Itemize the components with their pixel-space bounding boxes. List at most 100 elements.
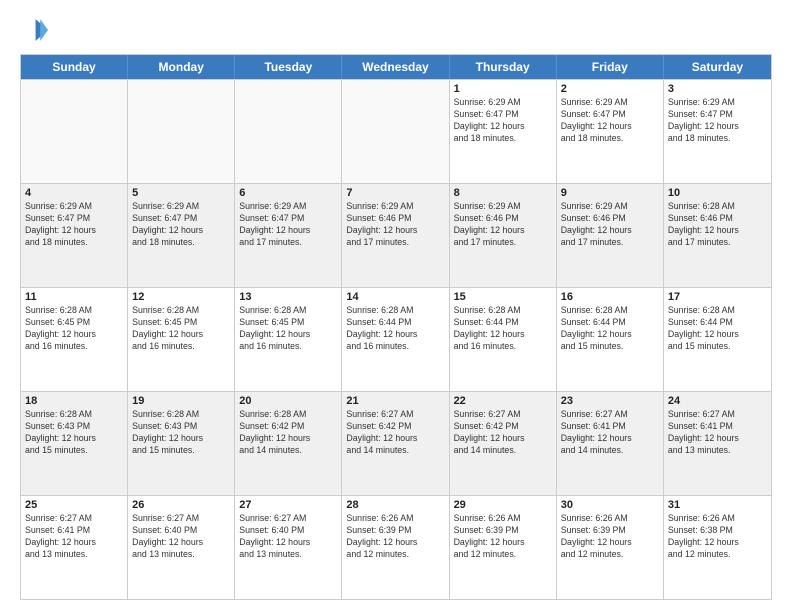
weekday-header: Friday <box>557 55 664 79</box>
day-info: Sunrise: 6:28 AM Sunset: 6:46 PM Dayligh… <box>668 201 767 249</box>
day-number: 12 <box>132 291 230 303</box>
day-number: 22 <box>454 395 552 407</box>
calendar-row: 1Sunrise: 6:29 AM Sunset: 6:47 PM Daylig… <box>21 79 771 183</box>
day-number: 10 <box>668 187 767 199</box>
day-number: 16 <box>561 291 659 303</box>
day-info: Sunrise: 6:27 AM Sunset: 6:41 PM Dayligh… <box>668 409 767 457</box>
day-info: Sunrise: 6:28 AM Sunset: 6:43 PM Dayligh… <box>25 409 123 457</box>
day-info: Sunrise: 6:29 AM Sunset: 6:46 PM Dayligh… <box>561 201 659 249</box>
calendar-row: 4Sunrise: 6:29 AM Sunset: 6:47 PM Daylig… <box>21 183 771 287</box>
day-cell: 7 Sunrise: 6:29 AM Sunset: 6:46 PM Daylig… <box>342 184 449 287</box>
calendar: SundayMondayTuesdayWednesdayThursdayFrid… <box>20 54 772 600</box>
day-cell: 17Sunrise: 6:28 AM Sunset: 6:44 PM Dayli… <box>664 288 771 391</box>
day-info: Sunrise: 6:29 AM Sunset: 6:47 PM Dayligh… <box>561 97 659 145</box>
day-info: Sunrise: 6:27 AM Sunset: 6:40 PM Dayligh… <box>239 513 337 561</box>
day-number: 25 <box>25 499 123 511</box>
day-info: Sunrise: 6:28 AM Sunset: 6:44 PM Dayligh… <box>346 305 444 353</box>
day-number: 2 <box>561 83 659 95</box>
day-info: Sunrise: 6:26 AM Sunset: 6:39 PM Dayligh… <box>346 513 444 561</box>
day-cell: 15 Sunrise: 6:28 AM Sunset: 6:44 PM Dayli… <box>450 288 557 391</box>
day-number: 9 <box>561 187 659 199</box>
day-cell: 8 Sunrise: 6:29 AM Sunset: 6:46 PM Daylig… <box>450 184 557 287</box>
day-cell: 18 Sunrise: 6:28 AM Sunset: 6:43 PM Dayli… <box>21 392 128 495</box>
day-cell: 14Sunrise: 6:28 AM Sunset: 6:44 PM Dayli… <box>342 288 449 391</box>
day-cell: 13Sunrise: 6:28 AM Sunset: 6:45 PM Dayli… <box>235 288 342 391</box>
day-number: 13 <box>239 291 337 303</box>
day-info: Sunrise: 6:27 AM Sunset: 6:42 PM Dayligh… <box>454 409 552 457</box>
calendar-header: SundayMondayTuesdayWednesdayThursdayFrid… <box>21 55 771 79</box>
day-info: Sunrise: 6:28 AM Sunset: 6:44 PM Dayligh… <box>454 305 552 353</box>
day-info: Sunrise: 6:27 AM Sunset: 6:40 PM Dayligh… <box>132 513 230 561</box>
day-number: 31 <box>668 499 767 511</box>
day-cell: 29 Sunrise: 6:26 AM Sunset: 6:39 PM Dayli… <box>450 496 557 599</box>
day-info: Sunrise: 6:28 AM Sunset: 6:44 PM Dayligh… <box>668 305 767 353</box>
day-number: 19 <box>132 395 230 407</box>
day-cell: 28 Sunrise: 6:26 AM Sunset: 6:39 PM Dayli… <box>342 496 449 599</box>
day-number: 3 <box>668 83 767 95</box>
day-number: 11 <box>25 291 123 303</box>
day-number: 28 <box>346 499 444 511</box>
day-cell: 30 Sunrise: 6:26 AM Sunset: 6:39 PM Dayli… <box>557 496 664 599</box>
day-cell: 9 Sunrise: 6:29 AM Sunset: 6:46 PM Daylig… <box>557 184 664 287</box>
weekday-header: Thursday <box>450 55 557 79</box>
logo-icon <box>20 16 48 44</box>
day-info: Sunrise: 6:29 AM Sunset: 6:46 PM Dayligh… <box>454 201 552 249</box>
day-cell: 10 Sunrise: 6:28 AM Sunset: 6:46 PM Dayli… <box>664 184 771 287</box>
day-info: Sunrise: 6:26 AM Sunset: 6:39 PM Dayligh… <box>454 513 552 561</box>
day-cell: 22 Sunrise: 6:27 AM Sunset: 6:42 PM Dayli… <box>450 392 557 495</box>
day-cell: 12 Sunrise: 6:28 AM Sunset: 6:45 PM Dayli… <box>128 288 235 391</box>
day-number: 30 <box>561 499 659 511</box>
day-cell: 11 Sunrise: 6:28 AM Sunset: 6:45 PM Dayli… <box>21 288 128 391</box>
day-number: 27 <box>239 499 337 511</box>
day-info: Sunrise: 6:28 AM Sunset: 6:43 PM Dayligh… <box>132 409 230 457</box>
weekday-header: Monday <box>128 55 235 79</box>
empty-cell <box>342 80 449 183</box>
day-number: 18 <box>25 395 123 407</box>
weekday-header: Wednesday <box>342 55 449 79</box>
day-cell: 16 Sunrise: 6:28 AM Sunset: 6:44 PM Dayli… <box>557 288 664 391</box>
day-number: 29 <box>454 499 552 511</box>
day-info: Sunrise: 6:27 AM Sunset: 6:41 PM Dayligh… <box>25 513 123 561</box>
day-cell: 25 Sunrise: 6:27 AM Sunset: 6:41 PM Dayli… <box>21 496 128 599</box>
day-cell: 26 Sunrise: 6:27 AM Sunset: 6:40 PM Dayli… <box>128 496 235 599</box>
day-info: Sunrise: 6:27 AM Sunset: 6:41 PM Dayligh… <box>561 409 659 457</box>
day-cell: 4Sunrise: 6:29 AM Sunset: 6:47 PM Daylig… <box>21 184 128 287</box>
day-info: Sunrise: 6:26 AM Sunset: 6:38 PM Dayligh… <box>668 513 767 561</box>
day-number: 20 <box>239 395 337 407</box>
day-number: 23 <box>561 395 659 407</box>
calendar-row: 11 Sunrise: 6:28 AM Sunset: 6:45 PM Dayli… <box>21 287 771 391</box>
day-info: Sunrise: 6:29 AM Sunset: 6:47 PM Dayligh… <box>668 97 767 145</box>
day-info: Sunrise: 6:29 AM Sunset: 6:47 PM Dayligh… <box>25 201 123 249</box>
day-number: 5 <box>132 187 230 199</box>
empty-cell <box>235 80 342 183</box>
weekday-header: Sunday <box>21 55 128 79</box>
day-info: Sunrise: 6:29 AM Sunset: 6:46 PM Dayligh… <box>346 201 444 249</box>
day-number: 15 <box>454 291 552 303</box>
calendar-row: 18 Sunrise: 6:28 AM Sunset: 6:43 PM Dayli… <box>21 391 771 495</box>
day-info: Sunrise: 6:28 AM Sunset: 6:45 PM Dayligh… <box>132 305 230 353</box>
day-info: Sunrise: 6:27 AM Sunset: 6:42 PM Dayligh… <box>346 409 444 457</box>
day-info: Sunrise: 6:28 AM Sunset: 6:45 PM Dayligh… <box>25 305 123 353</box>
day-number: 7 <box>346 187 444 199</box>
day-cell: 20Sunrise: 6:28 AM Sunset: 6:42 PM Dayli… <box>235 392 342 495</box>
day-cell: 19 Sunrise: 6:28 AM Sunset: 6:43 PM Dayli… <box>128 392 235 495</box>
day-cell: 1Sunrise: 6:29 AM Sunset: 6:47 PM Daylig… <box>450 80 557 183</box>
day-number: 6 <box>239 187 337 199</box>
day-cell: 24 Sunrise: 6:27 AM Sunset: 6:41 PM Dayli… <box>664 392 771 495</box>
day-number: 8 <box>454 187 552 199</box>
day-number: 21 <box>346 395 444 407</box>
day-cell: 3 Sunrise: 6:29 AM Sunset: 6:47 PM Daylig… <box>664 80 771 183</box>
day-info: Sunrise: 6:29 AM Sunset: 6:47 PM Dayligh… <box>132 201 230 249</box>
day-cell: 21 Sunrise: 6:27 AM Sunset: 6:42 PM Dayli… <box>342 392 449 495</box>
day-cell: 27 Sunrise: 6:27 AM Sunset: 6:40 PM Dayli… <box>235 496 342 599</box>
weekday-header: Tuesday <box>235 55 342 79</box>
day-cell: 5 Sunrise: 6:29 AM Sunset: 6:47 PM Daylig… <box>128 184 235 287</box>
day-number: 26 <box>132 499 230 511</box>
logo <box>20 16 52 44</box>
day-cell: 23 Sunrise: 6:27 AM Sunset: 6:41 PM Dayli… <box>557 392 664 495</box>
empty-cell <box>21 80 128 183</box>
day-number: 24 <box>668 395 767 407</box>
calendar-body: 1Sunrise: 6:29 AM Sunset: 6:47 PM Daylig… <box>21 79 771 599</box>
day-info: Sunrise: 6:28 AM Sunset: 6:44 PM Dayligh… <box>561 305 659 353</box>
day-info: Sunrise: 6:26 AM Sunset: 6:39 PM Dayligh… <box>561 513 659 561</box>
